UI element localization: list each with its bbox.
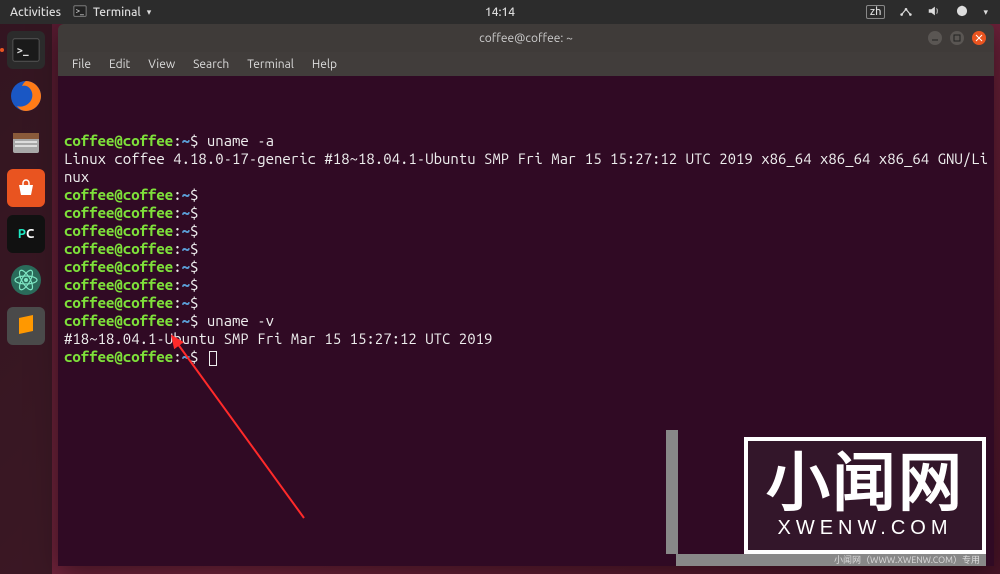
menu-file[interactable]: File	[64, 56, 99, 73]
dock-item-firefox[interactable]	[6, 76, 46, 116]
menubar: File Edit View Search Terminal Help	[58, 52, 994, 76]
files-icon	[7, 123, 45, 161]
prompt-line: coffee@coffee:~$	[64, 294, 988, 312]
svg-text:>_: >_	[17, 45, 29, 57]
dock-item-software[interactable]	[6, 168, 46, 208]
prompt-line: coffee@coffee:~$	[64, 240, 988, 258]
keyboard-layout-icon[interactable]: zh	[866, 5, 886, 19]
volume-icon[interactable]	[927, 4, 941, 21]
atom-icon	[7, 261, 45, 299]
menu-view[interactable]: View	[140, 56, 183, 73]
firefox-icon	[7, 77, 45, 115]
clock[interactable]: 14:14	[485, 6, 515, 19]
prompt-line: coffee@coffee:~$	[64, 348, 988, 366]
power-icon[interactable]	[955, 4, 969, 21]
menu-edit[interactable]: Edit	[101, 56, 138, 73]
close-button[interactable]	[972, 31, 986, 45]
output-line: Linux coffee 4.18.0-17-generic #18~18.04…	[64, 150, 988, 186]
prompt-line: coffee@coffee:~$	[64, 222, 988, 240]
watermark-main: 小闻网	[766, 447, 964, 519]
window-title: coffee@coffee: ~	[479, 32, 573, 45]
software-icon	[7, 169, 45, 207]
gnome-topbar: Activities >_ Terminal ▾ 14:14 zh ▾	[0, 0, 1000, 24]
svg-text:>_: >_	[76, 7, 84, 15]
dock-item-files[interactable]	[6, 122, 46, 162]
watermark-sub: XWENW.COM	[766, 517, 964, 540]
prompt-line: coffee@coffee:~$	[64, 204, 988, 222]
prompt-line: coffee@coffee:~$	[64, 276, 988, 294]
dock-item-pycharm[interactable]: PC	[6, 214, 46, 254]
terminal-icon: >_	[7, 31, 45, 69]
dock-item-sublime[interactable]	[6, 306, 46, 346]
output-line: #18~18.04.1-Ubuntu SMP Fri Mar 15 15:27:…	[64, 330, 988, 348]
app-menu[interactable]: >_ Terminal ▾	[73, 4, 151, 21]
sublime-icon	[7, 307, 45, 345]
prompt-line: coffee@coffee:~$ uname -v	[64, 312, 988, 330]
chevron-down-icon[interactable]: ▾	[983, 7, 988, 18]
network-icon[interactable]	[899, 4, 913, 21]
prompt-line: coffee@coffee:~$	[64, 186, 988, 204]
minimize-button[interactable]	[928, 31, 942, 45]
watermark-strip: 小闻网（WWW.XWENW.COM）专用	[676, 554, 986, 566]
chevron-down-icon: ▾	[147, 7, 152, 18]
cursor	[209, 351, 217, 366]
dock: >_ PC	[0, 24, 52, 574]
pycharm-icon: PC	[7, 215, 45, 253]
app-menu-label: Terminal	[93, 6, 141, 19]
menu-help[interactable]: Help	[304, 56, 345, 73]
window-titlebar[interactable]: coffee@coffee: ~	[58, 24, 994, 52]
prompt-line: coffee@coffee:~$	[64, 258, 988, 276]
maximize-button[interactable]	[950, 31, 964, 45]
menu-terminal[interactable]: Terminal	[239, 56, 302, 73]
dock-item-atom[interactable]	[6, 260, 46, 300]
prompt-line: coffee@coffee:~$ uname -a	[64, 132, 988, 150]
watermark-side	[666, 430, 678, 554]
dock-item-terminal[interactable]: >_	[6, 30, 46, 70]
watermark: 小闻网 XWENW.COM	[744, 437, 986, 554]
terminal-icon: >_	[73, 4, 87, 21]
menu-search[interactable]: Search	[185, 56, 237, 73]
activities-button[interactable]: Activities	[10, 6, 61, 19]
